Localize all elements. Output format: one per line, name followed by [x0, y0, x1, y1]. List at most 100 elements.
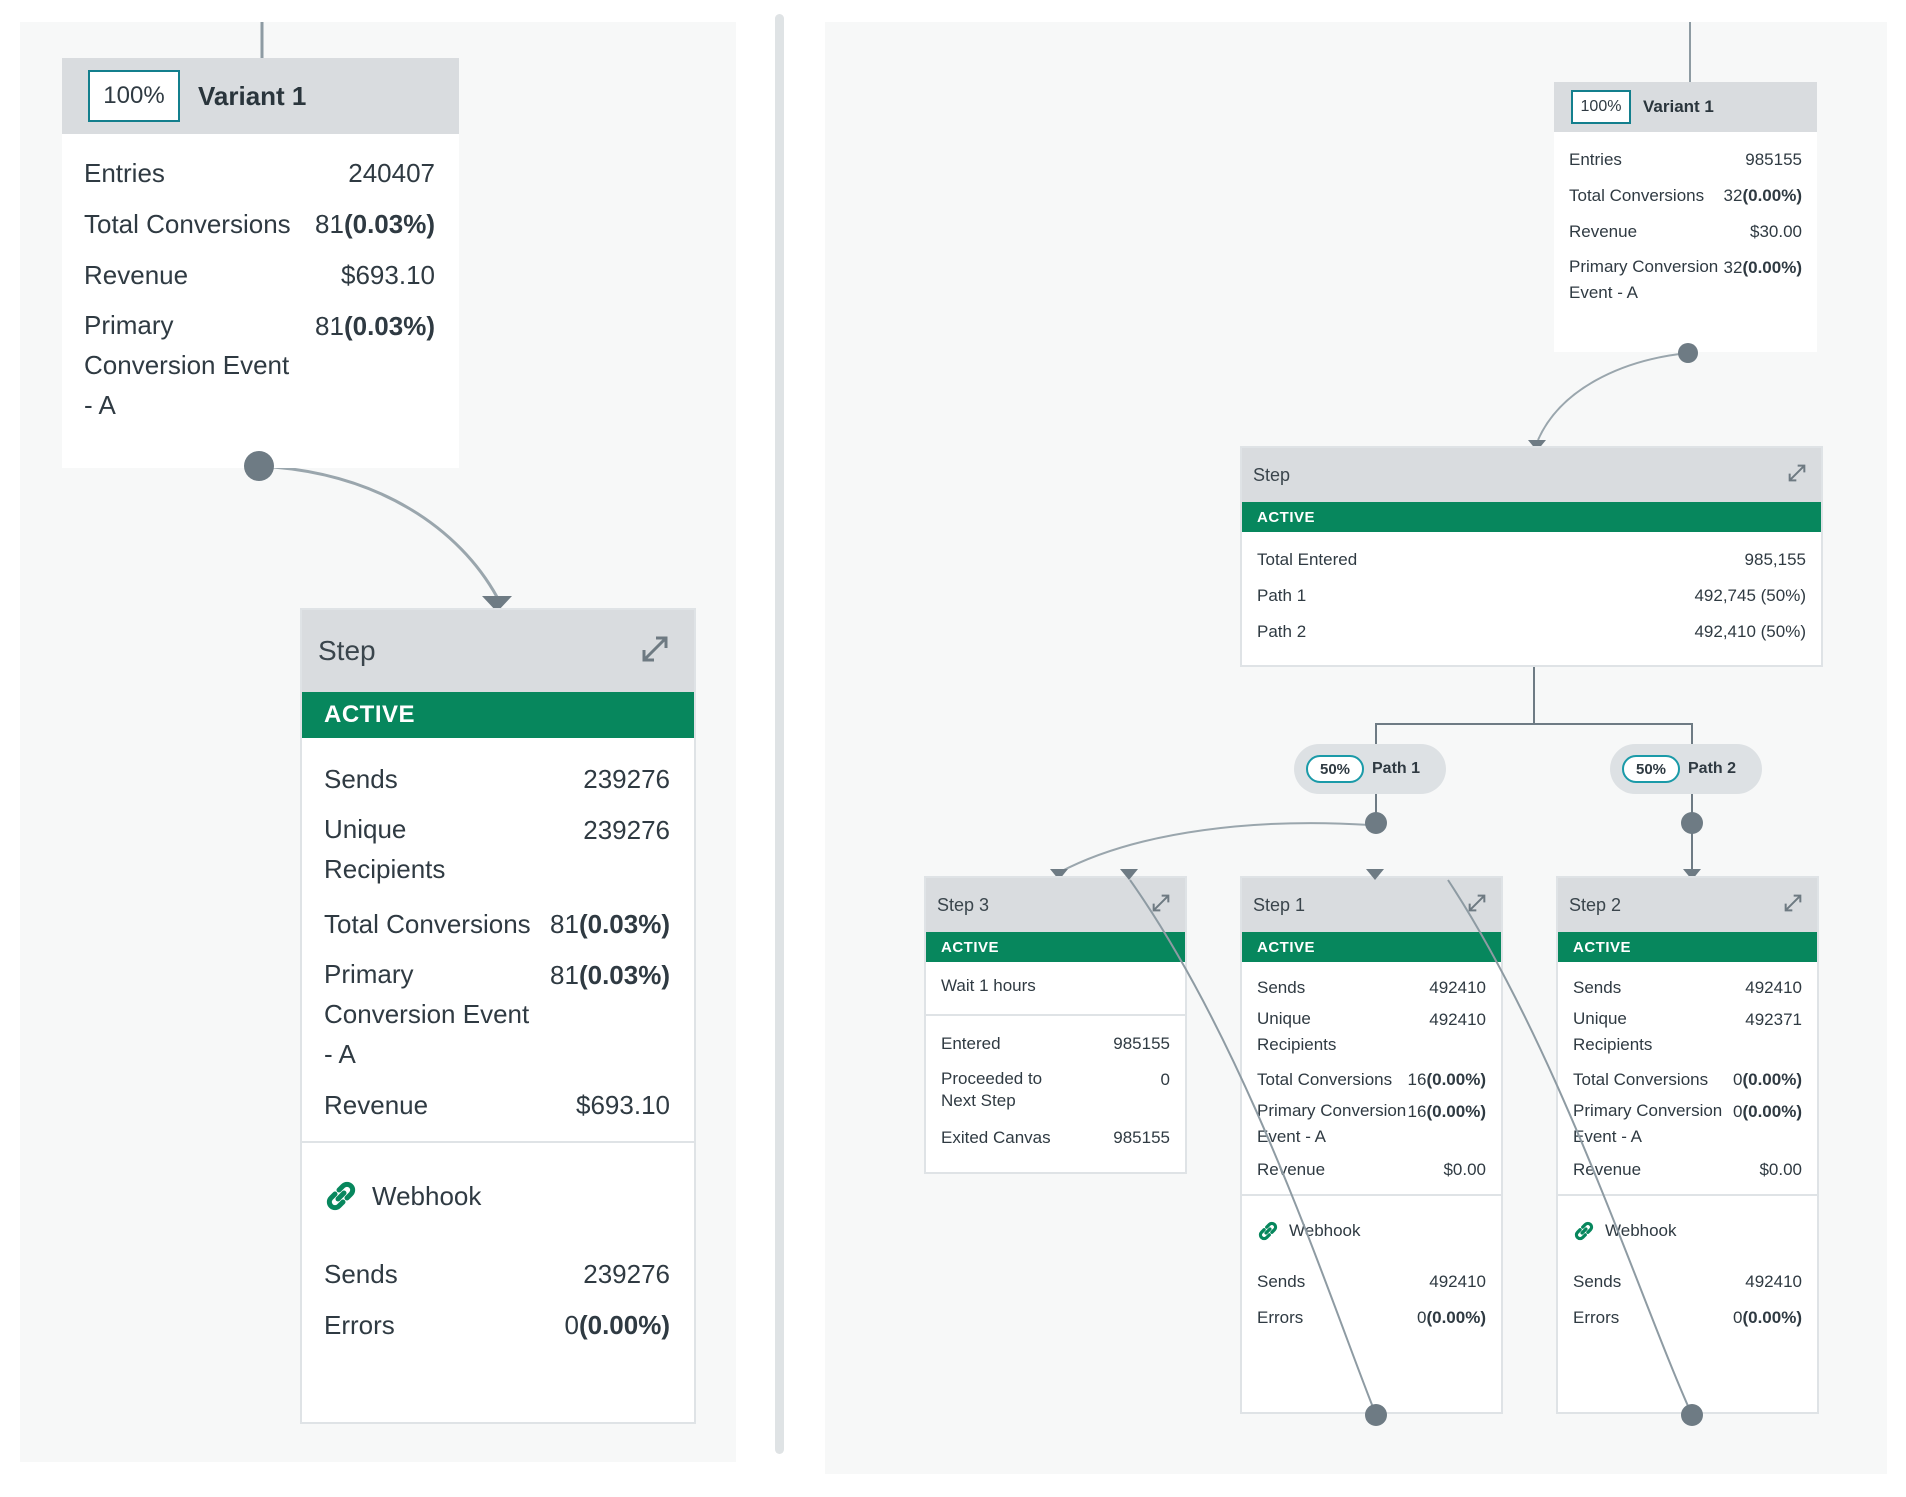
- stat-label: Sends: [1573, 978, 1622, 997]
- stat-value: 81: [315, 209, 344, 239]
- expand-icon[interactable]: [1787, 463, 1807, 488]
- step-header: Step 3: [926, 878, 1185, 932]
- stat-row: Entered 985155: [941, 1034, 1170, 1054]
- status-badge: ACTIVE: [1242, 932, 1501, 962]
- stat-percent: (0.00%): [578, 1310, 670, 1340]
- stat-percent: (0.00%): [1426, 1308, 1486, 1327]
- step-header: Step: [302, 610, 694, 692]
- stat-percent: (0.03%): [578, 909, 670, 939]
- path-chip-1[interactable]: 50% Path 1: [1294, 744, 1446, 794]
- stat-row: Primary Conversion Event - A 0(0.00%): [1573, 1101, 1802, 1150]
- stat-row: Entries 240407: [84, 158, 435, 189]
- stat-label: Sends: [1257, 978, 1306, 997]
- stat-row: Entries 985155: [1569, 150, 1802, 170]
- variant-card[interactable]: 100% Variant 1 Entries 985155 Total Conve…: [1554, 82, 1817, 352]
- stat-row: Unique Recipients 492371: [1573, 1009, 1802, 1058]
- stat-row: Revenue $0.00: [1573, 1160, 1802, 1180]
- stat-row: Total Conversions 81(0.03%): [84, 209, 435, 240]
- link-icon: [1257, 1220, 1279, 1242]
- stat-label: Path 1: [1257, 586, 1307, 605]
- expand-icon[interactable]: [1783, 893, 1803, 918]
- stat-value: 239276: [583, 1259, 670, 1289]
- step-header: Step 2: [1558, 878, 1817, 932]
- stat-row: Path 2 492,410 (50%): [1257, 622, 1806, 642]
- stat-value: 240407: [348, 158, 435, 188]
- stat-label: Primary Conversion Event - A: [1257, 1101, 1407, 1146]
- stat-value: 239276: [583, 764, 670, 794]
- stat-percent: (0.03%): [343, 311, 435, 341]
- stat-row: Sends 239276: [324, 764, 670, 795]
- step-card[interactable]: Step ACTIVE Sends 239276 Unique Recipient…: [300, 608, 696, 1424]
- path-percentage: 50%: [1306, 755, 1364, 783]
- variant-card[interactable]: 100% Variant 1 Entries 240407 Total Conve…: [62, 58, 459, 468]
- stat-row: Total Conversions 0(0.00%): [1573, 1070, 1802, 1090]
- stat-label: Revenue: [84, 260, 189, 290]
- expand-icon[interactable]: [1467, 893, 1487, 918]
- stat-value: 492410: [1745, 978, 1802, 997]
- step-header: Step: [1242, 448, 1821, 502]
- stat-value: 492,410 (50%): [1694, 622, 1806, 641]
- stat-value: $0.00: [1759, 1160, 1802, 1179]
- stat-label: Primary Conversion Event - A: [1573, 1101, 1723, 1146]
- stat-percent: (0.00%): [1742, 186, 1802, 205]
- stat-row: Revenue $0.00: [1257, 1160, 1486, 1180]
- webhook-title: Webhook: [372, 1180, 482, 1211]
- stat-row: Exited Canvas 985155: [941, 1128, 1170, 1148]
- stat-value: 81: [315, 311, 344, 341]
- stat-value: $0.00: [1443, 1160, 1486, 1179]
- expand-icon[interactable]: [640, 634, 670, 669]
- stat-label: Entered: [941, 1034, 1001, 1053]
- step-title: Step 1: [1253, 894, 1306, 915]
- stat-row: Revenue $693.10: [324, 1090, 670, 1121]
- stat-value: $693.10: [341, 260, 435, 290]
- stat-value: 985155: [1745, 150, 1802, 169]
- webhook-section[interactable]: Webhook Sends 492410 Errors 0(0.00%): [1242, 1196, 1501, 1328]
- webhook-section[interactable]: Webhook Sends 492410 Errors 0(0.00%): [1558, 1196, 1817, 1328]
- step-card-1[interactable]: Step 1 ACTIVE Sends 492410 Unique Recipie…: [1240, 876, 1503, 1414]
- stat-value: $30.00: [1750, 222, 1802, 241]
- stat-label: Unique Recipients: [1573, 1009, 1653, 1054]
- stat-value: 0: [1160, 1070, 1170, 1089]
- stat-row: Sends 492410: [1573, 978, 1802, 998]
- stat-value: 492371: [1745, 1010, 1802, 1029]
- stat-row: Sends 239276: [324, 1259, 670, 1290]
- stat-value: 492410: [1429, 1272, 1486, 1291]
- path-percentage: 50%: [1622, 755, 1680, 783]
- webhook-section[interactable]: Webhook Sends 239276 Errors 0(0.00%): [302, 1143, 694, 1341]
- stat-label: Total Entered: [1257, 550, 1358, 569]
- webhook-title: Webhook: [1289, 1221, 1361, 1240]
- stat-label: Path 2: [1257, 622, 1307, 641]
- stat-label: Total Conversions: [1569, 186, 1705, 205]
- stat-value: 0: [564, 1310, 579, 1340]
- stat-label: Errors: [1573, 1308, 1620, 1327]
- variant-title: Variant 1: [198, 80, 307, 111]
- status-badge: ACTIVE: [1242, 502, 1821, 532]
- stat-percent: (0.00%): [1742, 1308, 1802, 1327]
- path-chip-2[interactable]: 50% Path 2: [1610, 744, 1762, 794]
- stat-label: Sends: [324, 764, 398, 794]
- stat-row: Primary Conversion Event - A 81(0.03%): [84, 310, 435, 425]
- stat-percent: (0.03%): [343, 209, 435, 239]
- split-step-card[interactable]: Step ACTIVE Total Entered 985,155 Path 1 4…: [1240, 446, 1823, 667]
- stat-label: Unique Recipients: [324, 814, 446, 884]
- delay-step-card[interactable]: Step 3 ACTIVE Wait 1 hours Entered 985155…: [924, 876, 1187, 1174]
- stat-percent: (0.00%): [1426, 1102, 1486, 1121]
- stat-value: 985155: [1113, 1128, 1170, 1147]
- stat-value: 492410: [1429, 1010, 1486, 1029]
- stat-label: Revenue: [324, 1090, 429, 1120]
- webhook-title: Webhook: [1605, 1221, 1677, 1240]
- stat-row: Total Entered 985,155: [1257, 550, 1806, 570]
- step-card-2[interactable]: Step 2 ACTIVE Sends 492410 Unique Recipie…: [1556, 876, 1819, 1414]
- stat-row: Errors 0(0.00%): [1257, 1308, 1486, 1328]
- variant-percentage[interactable]: 100%: [1571, 90, 1631, 124]
- stat-percent: (0.00%): [1742, 1070, 1802, 1089]
- step-title: Step: [1253, 464, 1291, 485]
- stat-row: Primary Conversion Event - A 81(0.03%): [324, 959, 670, 1074]
- stat-row: Total Conversions 32(0.00%): [1569, 186, 1802, 206]
- step-title: Step 3: [937, 894, 990, 915]
- variant-percentage[interactable]: 100%: [88, 70, 180, 122]
- expand-icon[interactable]: [1151, 893, 1171, 918]
- status-badge: ACTIVE: [926, 932, 1185, 962]
- stat-row: Primary Conversion Event - A 16(0.00%): [1257, 1101, 1486, 1150]
- stat-row: Sends 492410: [1257, 978, 1486, 998]
